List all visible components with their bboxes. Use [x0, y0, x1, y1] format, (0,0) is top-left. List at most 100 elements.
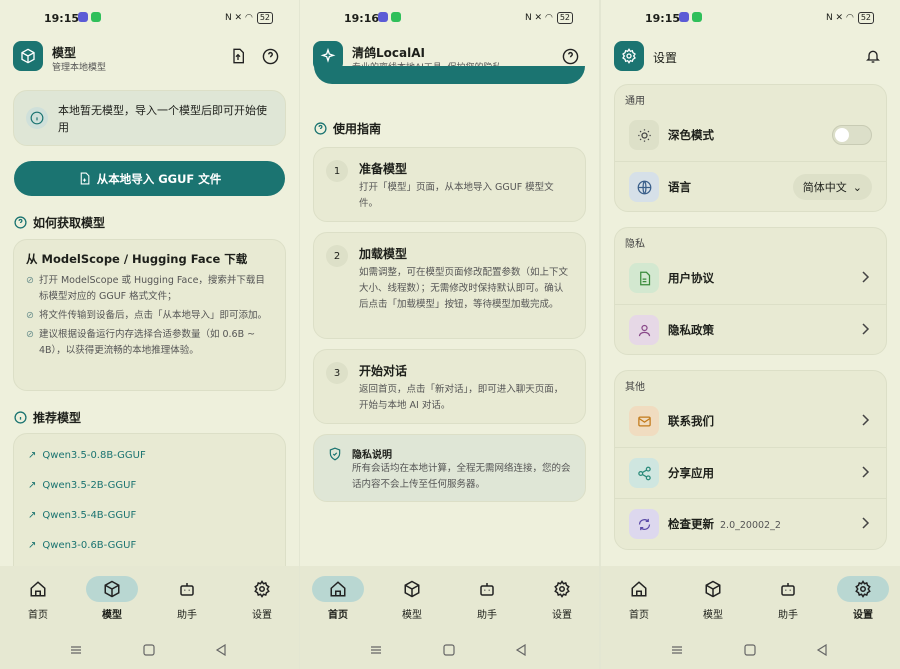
page-title: 设置	[653, 51, 678, 65]
notification-icons	[679, 12, 702, 22]
row-label: 深色模式	[668, 128, 714, 142]
help-icon	[562, 48, 578, 64]
back-icon[interactable]	[816, 644, 828, 656]
import-button-label: 从本地导入 GGUF 文件	[96, 171, 222, 186]
dark-mode-row[interactable]: 深色模式	[615, 110, 886, 160]
chevron-right-icon	[862, 517, 870, 529]
menu-icon[interactable]	[671, 644, 683, 656]
back-icon[interactable]	[215, 644, 227, 656]
status-bar: 19:15 N ✕ ◠ 52	[0, 0, 299, 34]
how-step-text: 建议根据设备运行内存选择合适参数量（如 0.6B ~ 4B），以获得更流畅的本地…	[38, 329, 256, 356]
gear-icon	[254, 580, 270, 598]
how-title: 如何获取模型	[33, 216, 106, 230]
model-link[interactable]: ↗ Qwen3.5-0.8B-GGUF	[28, 450, 146, 461]
guide-step: 2 加载模型 如需调整，可在模型页面修改配置参数（如上下文大小、线程数）；无需修…	[313, 232, 586, 339]
nav-model[interactable]: 模型	[687, 576, 739, 621]
battery-icon: 52	[857, 12, 874, 24]
help-icon	[14, 216, 27, 229]
help-icon	[262, 48, 278, 64]
menu-icon[interactable]	[70, 644, 82, 656]
step-title: 准备模型	[359, 162, 408, 176]
nav-assistant[interactable]: 助手	[461, 576, 513, 621]
nav-assistant[interactable]: 助手	[762, 576, 814, 621]
import-gguf-button[interactable]: 从本地导入 GGUF 文件	[14, 161, 285, 196]
chevron-down-icon: ⌄	[852, 180, 862, 194]
cube-icon	[104, 580, 120, 598]
nav-model[interactable]: 模型	[386, 576, 438, 621]
bottom-nav: 首页 模型 助手 设置	[300, 566, 599, 630]
app-header: 设置	[601, 38, 900, 78]
home-square-icon[interactable]	[443, 644, 455, 656]
model-link-label: Qwen3.5-4B-GGUF	[42, 510, 137, 521]
model-link[interactable]: ↗ Qwen3.5-4B-GGUF	[28, 510, 136, 521]
help-button[interactable]	[561, 47, 579, 65]
nav-home[interactable]: 首页	[312, 576, 364, 621]
bottom-nav: 首页 模型 助手 设置	[0, 566, 299, 630]
privacy-note: 隐私说明 所有会话均在本地计算，全程无需网络连接，您的会话内容不会上传至任何服务…	[313, 434, 586, 502]
gesture-bar	[0, 630, 299, 669]
nav-label: 设置	[853, 610, 873, 621]
model-link-label: Qwen3.5-0.8B-GGUF	[42, 450, 146, 461]
nav-label: 首页	[629, 610, 649, 621]
nav-label: 模型	[102, 610, 122, 621]
model-link[interactable]: ↗ Qwen3.5-2B-GGUF	[28, 480, 136, 491]
step-number: 2	[326, 245, 348, 267]
language-row[interactable]: 语言 简体中文 ⌄	[615, 161, 886, 211]
battery-icon: 52	[256, 12, 273, 24]
nav-label: 模型	[703, 610, 723, 621]
language-value: 简体中文	[802, 181, 847, 194]
check-update-row[interactable]: 检查更新 2.0_20002_2	[615, 498, 886, 548]
nav-settings[interactable]: 设置	[536, 576, 588, 621]
shield-icon	[329, 447, 341, 461]
how-step: ⊘ 将文件传输到设备后，点击「从本地导入」即可添加。	[26, 308, 273, 324]
document-icon	[629, 263, 659, 293]
other-group: 其他 联系我们 分享应用 检查更新 2.0_20002_2	[614, 370, 887, 550]
model-link-label: Qwen3.5-2B-GGUF	[42, 480, 137, 491]
home-square-icon[interactable]	[143, 644, 155, 656]
share-row[interactable]: 分享应用	[615, 447, 886, 497]
upload-file-icon	[233, 48, 244, 64]
new-chat-button-edge[interactable]	[314, 66, 585, 84]
nav-assistant[interactable]: 助手	[161, 576, 213, 621]
language-select[interactable]: 简体中文 ⌄	[792, 174, 872, 200]
menu-icon[interactable]	[370, 644, 382, 656]
status-time: 19:15	[645, 12, 681, 25]
help-icon	[314, 122, 327, 135]
gesture-bar	[300, 630, 599, 669]
step-number: 3	[326, 362, 348, 384]
row-label: 分享应用	[668, 466, 714, 480]
cube-icon	[705, 580, 721, 598]
guide-title: 使用指南	[333, 122, 382, 136]
how-step-text: 将文件传输到设备后，点击「从本地导入」即可添加。	[38, 310, 267, 321]
back-icon[interactable]	[515, 644, 527, 656]
how-step: ⊘ 打开 ModelScope 或 Hugging Face，搜索并下载目标模型对…	[26, 273, 273, 305]
gear-icon	[855, 580, 871, 598]
app-title: 清鸽LocalAI	[352, 46, 425, 60]
nav-model[interactable]: 模型	[86, 576, 138, 621]
sun-icon	[629, 120, 659, 150]
upload-button[interactable]	[229, 47, 247, 65]
person-icon	[629, 315, 659, 345]
nav-settings[interactable]: 设置	[837, 576, 889, 621]
update-label: 检查更新	[668, 517, 714, 531]
row-label: 检查更新 2.0_20002_2	[668, 516, 781, 532]
nav-home[interactable]: 首页	[12, 576, 64, 621]
gear-icon	[614, 41, 644, 71]
nav-home[interactable]: 首页	[613, 576, 665, 621]
user-agreement-row[interactable]: 用户协议	[615, 253, 886, 303]
check-circle-icon: ⊘	[26, 329, 34, 340]
model-link[interactable]: ↗ Qwen3-0.6B-GGUF	[28, 540, 136, 551]
step-title: 开始对话	[359, 364, 408, 378]
home-square-icon[interactable]	[744, 644, 756, 656]
help-button[interactable]	[261, 47, 279, 65]
general-group: 通用 深色模式 语言 简体中文 ⌄	[614, 84, 887, 212]
privacy-group: 隐私 用户协议 隐私政策	[614, 227, 887, 355]
chevron-right-icon	[862, 466, 870, 478]
system-icons: N ✕ ◠ 52	[826, 12, 874, 24]
dark-mode-toggle[interactable]	[832, 125, 872, 145]
contact-row[interactable]: 联系我们	[615, 396, 886, 446]
privacy-policy-row[interactable]: 隐私政策	[615, 304, 886, 354]
system-icons: N ✕ ◠ 52	[525, 12, 573, 24]
notifications-button[interactable]	[864, 47, 882, 65]
nav-settings[interactable]: 设置	[236, 576, 288, 621]
